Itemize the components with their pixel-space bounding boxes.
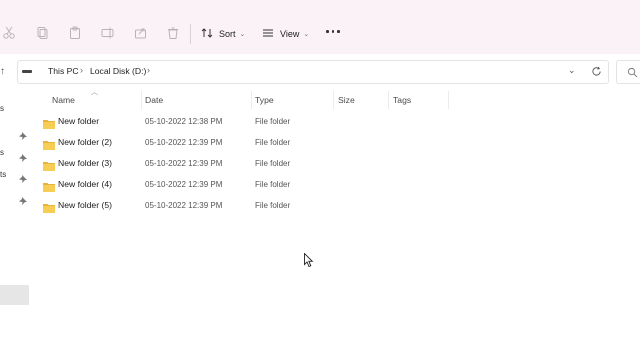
view-label: View: [280, 29, 300, 39]
more-icon[interactable]: [326, 30, 340, 33]
sort-button[interactable]: Sort ⌄: [201, 24, 245, 44]
share-icon[interactable]: [134, 26, 148, 40]
file-type: File folder: [255, 159, 291, 168]
column-header-tags[interactable]: Tags: [393, 95, 411, 105]
pin-icon: [19, 170, 27, 183]
file-date: 05-10-2022 12:39 PM: [145, 180, 223, 189]
up-arrow-icon[interactable]: ↑: [0, 66, 5, 77]
column-header-date[interactable]: Date: [145, 95, 163, 105]
file-name[interactable]: New folder (2): [58, 137, 112, 147]
copy-icon[interactable]: [35, 26, 49, 40]
file-date: 05-10-2022 12:39 PM: [145, 159, 223, 168]
command-bar: [0, 0, 640, 55]
table-row[interactable]: New folder (4) 05-10-2022 12:39 PM File …: [38, 174, 338, 195]
folder-icon: [43, 200, 55, 213]
column-divider[interactable]: [388, 91, 389, 109]
file-name[interactable]: New folder (4): [58, 179, 112, 189]
sort-icon: [201, 27, 213, 41]
toolbar-separator: [190, 24, 191, 44]
column-divider[interactable]: [448, 91, 449, 109]
pin-icon: [19, 192, 27, 205]
file-name[interactable]: New folder (3): [58, 158, 112, 168]
navigation-pane: [0, 90, 32, 360]
paste-icon[interactable]: [68, 26, 82, 40]
chevron-down-icon: ⌄: [239, 31, 246, 38]
cut-icon[interactable]: [2, 26, 16, 40]
breadcrumb-separator[interactable]: ›: [80, 65, 83, 75]
column-header-type[interactable]: Type: [255, 95, 274, 105]
file-name[interactable]: New folder: [58, 116, 99, 126]
folder-icon: [43, 179, 55, 192]
pc-icon: [22, 70, 32, 73]
file-date: 05-10-2022 12:38 PM: [145, 117, 223, 126]
delete-icon[interactable]: [166, 26, 180, 40]
column-divider[interactable]: [333, 91, 334, 109]
table-row[interactable]: New folder (2) 05-10-2022 12:39 PM File …: [38, 132, 338, 153]
mouse-cursor-icon: [304, 252, 314, 273]
breadcrumb-local-disk[interactable]: Local Disk (D:): [90, 66, 146, 76]
file-type: File folder: [255, 117, 291, 126]
pin-icon: [19, 127, 27, 140]
nav-item-label[interactable]: s: [0, 104, 4, 113]
file-name[interactable]: New folder (5): [58, 200, 112, 210]
nav-item-selected[interactable]: [0, 285, 29, 305]
rename-icon[interactable]: [101, 26, 115, 40]
folder-icon: [43, 137, 55, 150]
column-divider[interactable]: [251, 91, 252, 109]
column-header-name[interactable]: Name: [52, 95, 75, 105]
file-type: File folder: [255, 201, 291, 210]
search-icon[interactable]: [627, 65, 638, 83]
file-date: 05-10-2022 12:39 PM: [145, 201, 223, 210]
file-type: File folder: [255, 180, 291, 189]
pin-icon: [19, 149, 27, 162]
view-icon: [262, 27, 274, 41]
folder-icon: [43, 158, 55, 171]
refresh-icon[interactable]: [591, 64, 602, 76]
address-history-chevron-icon[interactable]: ⌄: [568, 65, 576, 76]
table-row[interactable]: New folder (3) 05-10-2022 12:39 PM File …: [38, 153, 338, 174]
breadcrumb-this-pc[interactable]: This PC: [48, 66, 79, 76]
table-row[interactable]: New folder 05-10-2022 12:38 PM File fold…: [38, 111, 338, 132]
view-button[interactable]: View ⌄: [262, 24, 309, 44]
column-divider[interactable]: [141, 91, 142, 109]
nav-item-label[interactable]: s: [0, 148, 4, 157]
sort-label: Sort: [219, 29, 236, 39]
chevron-down-icon: ⌄: [303, 31, 310, 38]
table-row[interactable]: New folder (5) 05-10-2022 12:39 PM File …: [38, 195, 338, 216]
sort-ascending-icon: ︿: [91, 89, 98, 96]
column-header-size[interactable]: Size: [338, 95, 355, 105]
folder-icon: [43, 116, 55, 129]
file-type: File folder: [255, 138, 291, 147]
breadcrumb-separator[interactable]: ›: [147, 65, 150, 75]
file-date: 05-10-2022 12:39 PM: [145, 138, 223, 147]
nav-item-label[interactable]: ts: [0, 170, 6, 179]
